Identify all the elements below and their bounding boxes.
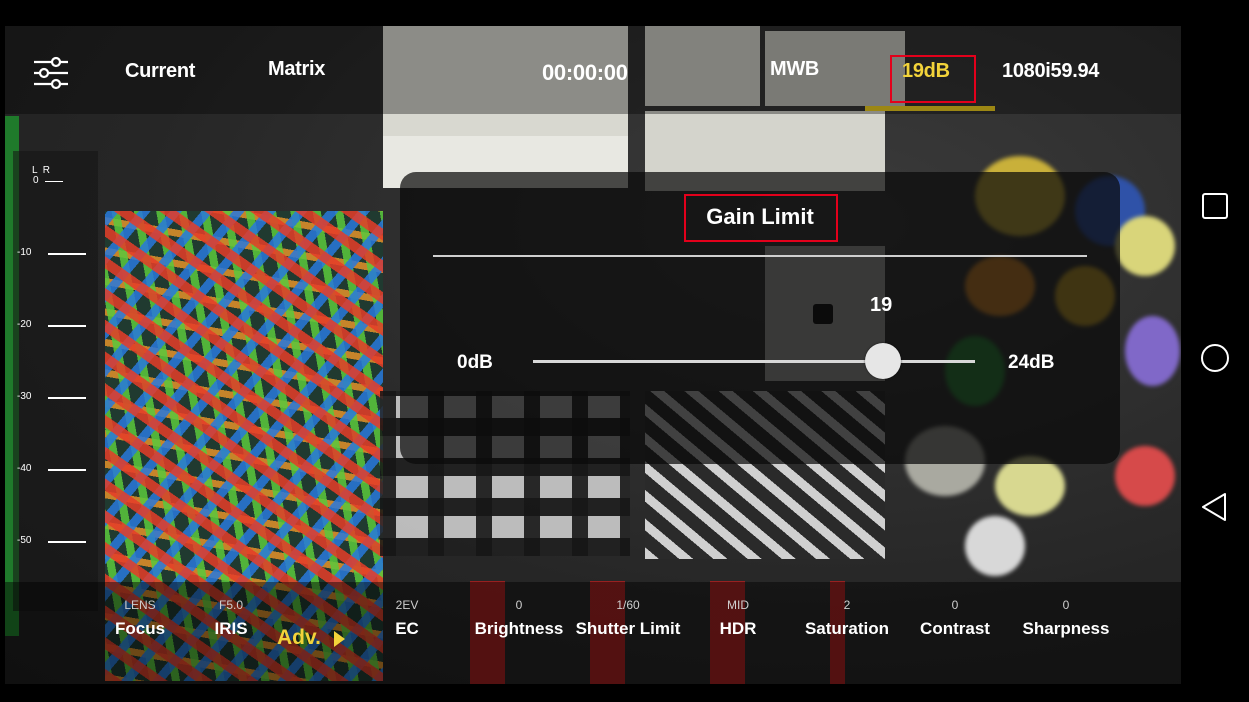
sharpness-control[interactable]: 0 Sharpness bbox=[1018, 594, 1114, 642]
meter-level-label: -40 bbox=[17, 463, 32, 474]
preview-yarn bbox=[1115, 216, 1175, 276]
brightness-label: Brightness bbox=[474, 619, 564, 638]
iris-value: F5.0 bbox=[218, 598, 243, 612]
contrast-value: 0 bbox=[951, 598, 959, 612]
circle-home-icon[interactable] bbox=[1199, 342, 1231, 374]
advanced-arrow-icon[interactable] bbox=[334, 631, 345, 647]
audio-level-meter: L R 0 -10 -20 -30 -40 -50 bbox=[15, 165, 95, 565]
white-balance-button[interactable]: MWB bbox=[770, 58, 819, 81]
sharpness-label: Sharpness bbox=[1022, 619, 1110, 638]
meter-level-label: -50 bbox=[17, 535, 32, 546]
meter-tick bbox=[48, 325, 86, 327]
video-format-button[interactable]: 1080i59.94 bbox=[1002, 60, 1099, 83]
square-recents-icon[interactable] bbox=[1199, 190, 1231, 222]
hdr-value: MID bbox=[727, 598, 749, 612]
dialog-divider bbox=[433, 255, 1087, 257]
preview-yarn bbox=[1125, 316, 1180, 386]
settings-sliders-icon[interactable] bbox=[32, 56, 70, 90]
ec-value: 2EV bbox=[395, 598, 419, 612]
focus-control[interactable]: LENS Focus bbox=[112, 594, 168, 642]
slider-min-label: 0dB bbox=[457, 352, 493, 373]
focus-label: Focus bbox=[114, 619, 166, 638]
slider-value-label: 19 bbox=[870, 294, 893, 316]
brightness-control[interactable]: 0 Brightness bbox=[474, 594, 564, 642]
gain-highlight-box bbox=[890, 55, 976, 103]
saturation-value: 2 bbox=[843, 598, 851, 612]
contrast-label: Contrast bbox=[920, 619, 990, 638]
advanced-toggle[interactable]: Adv. bbox=[277, 626, 321, 650]
shutter-limit-value: 1/60 bbox=[616, 598, 640, 612]
meter-level-label: 0 bbox=[33, 175, 39, 186]
meter-tick bbox=[48, 469, 86, 471]
gain-limit-dialog: Gain Limit 19 0dB 24dB bbox=[400, 172, 1120, 464]
gain-limit-slider[interactable] bbox=[533, 360, 975, 363]
meter-level-label: -30 bbox=[17, 391, 32, 402]
gain-limit-slider-thumb[interactable] bbox=[864, 343, 901, 379]
ec-label: EC bbox=[395, 619, 419, 638]
android-navigation-bar bbox=[1181, 0, 1249, 702]
saturation-control[interactable]: 2 Saturation bbox=[800, 594, 894, 642]
matrix-button[interactable]: Matrix bbox=[268, 58, 325, 81]
shutter-limit-label: Shutter Limit bbox=[575, 619, 681, 638]
iris-label: IRIS bbox=[214, 619, 248, 638]
ec-control[interactable]: 2EV EC bbox=[386, 594, 428, 642]
preview-yarn bbox=[965, 516, 1025, 576]
meter-tick bbox=[48, 397, 86, 399]
brightness-value: 0 bbox=[515, 598, 523, 612]
meter-lr-underline bbox=[45, 181, 63, 182]
preview-yarn bbox=[1115, 446, 1175, 506]
meter-level-label: -20 bbox=[17, 319, 32, 330]
timecode: 00:00:00 bbox=[542, 60, 628, 85]
meter-tick bbox=[48, 541, 86, 543]
iris-control[interactable]: F5.0 IRIS bbox=[207, 594, 255, 642]
dialog-title-highlight-box bbox=[684, 194, 838, 242]
camera-app-screen: Current Matrix 00:00:00 MWB 19dB 1080i59… bbox=[0, 0, 1249, 702]
shutter-limit-control[interactable]: 1/60 Shutter Limit bbox=[570, 594, 686, 642]
focus-value: LENS bbox=[124, 598, 156, 612]
hdr-label: HDR bbox=[719, 619, 757, 638]
hdr-control[interactable]: MID HDR bbox=[712, 594, 764, 642]
contrast-control[interactable]: 0 Contrast bbox=[915, 594, 995, 642]
triangle-back-icon[interactable] bbox=[1199, 491, 1231, 523]
slider-max-label: 24dB bbox=[1008, 352, 1055, 373]
sharpness-value: 0 bbox=[1062, 598, 1070, 612]
meter-tick bbox=[48, 253, 86, 255]
saturation-label: Saturation bbox=[804, 619, 890, 638]
preview-yarn bbox=[995, 456, 1065, 516]
meter-level-label: -10 bbox=[17, 247, 32, 258]
mode-label[interactable]: Current bbox=[125, 60, 195, 83]
